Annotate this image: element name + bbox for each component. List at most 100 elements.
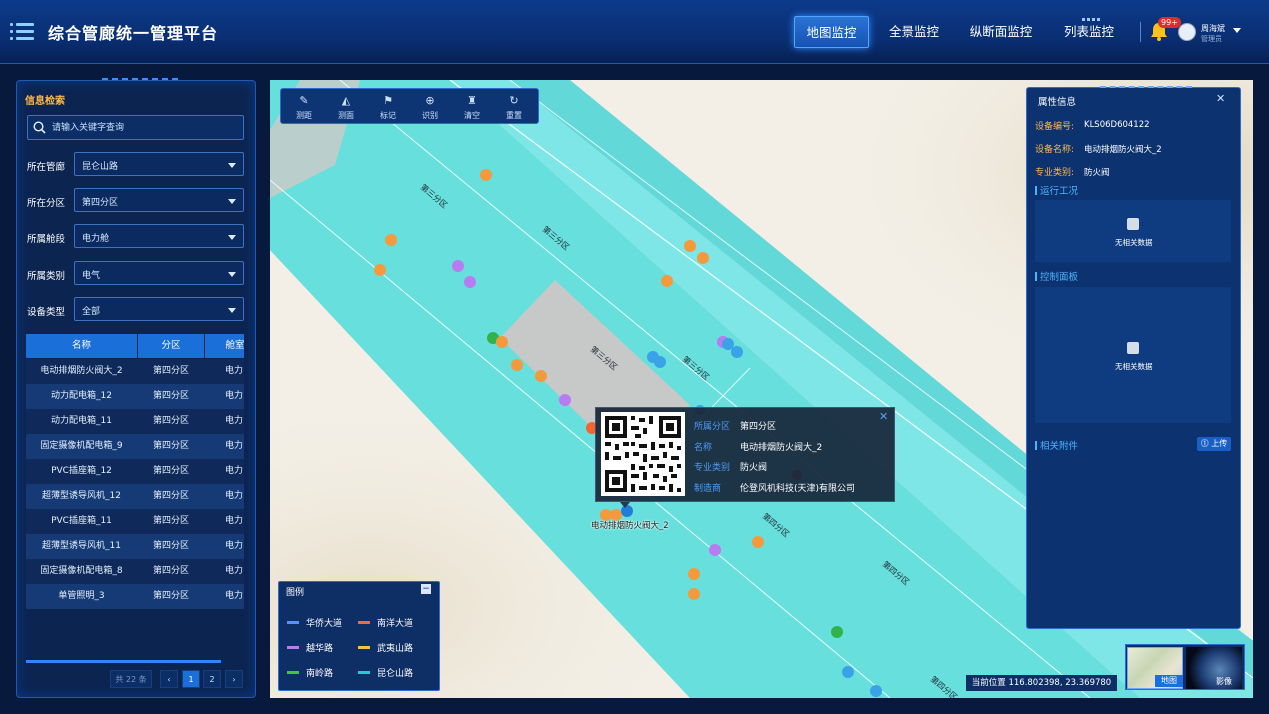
tab-profile-monitor[interactable]: 纵断面监控	[962, 16, 1040, 48]
device-marker[interactable]	[496, 336, 508, 348]
device-marker[interactable]	[870, 685, 882, 697]
device-marker[interactable]	[752, 536, 764, 548]
user-name[interactable]: 周海斌	[1201, 23, 1225, 34]
device-marker[interactable]	[535, 370, 547, 382]
cell-zone: 第四分区	[152, 416, 189, 426]
close-icon[interactable]: ✕	[1216, 92, 1225, 105]
section-operating-status: 运行工况	[1035, 183, 1078, 197]
device-marker[interactable]	[654, 356, 666, 368]
cell-name: 固定摄像机配电箱_9	[40, 441, 123, 451]
legend-label: 昆仑山路	[377, 669, 414, 679]
no-data-text: 无相关数据	[1115, 238, 1153, 247]
filter-select-device-type[interactable]: 全部	[74, 297, 244, 321]
cell-name: 超薄型诱导风机_12	[42, 491, 121, 501]
prev-page-button[interactable]: ‹	[160, 670, 178, 688]
prop-label-code: 设备编号:	[1035, 122, 1075, 132]
filter-select-category[interactable]: 电气	[74, 261, 244, 285]
table-row[interactable]: 超薄型诱导风机_11 第四分区 电力	[26, 534, 244, 559]
table-row[interactable]: 电动排烟防火阀大_2 第四分区 电力	[26, 359, 244, 384]
chevron-down-icon	[228, 308, 236, 313]
mark-tool[interactable]: ⚑ 标记	[367, 89, 409, 125]
device-marker[interactable]	[661, 275, 673, 287]
table-row[interactable]: 单管照明_3 第四分区 电力	[26, 584, 244, 609]
legend-title: 图例	[286, 588, 305, 598]
reset-tool[interactable]: ↻ 重置	[493, 89, 535, 125]
avatar[interactable]	[1178, 23, 1196, 41]
tab-panorama-monitor[interactable]: 全景监控	[880, 16, 948, 48]
next-page-button[interactable]: ›	[225, 670, 243, 688]
device-marker[interactable]	[452, 260, 464, 272]
chevron-down-icon	[228, 235, 236, 240]
identify-tool[interactable]: ⊕ 识别	[409, 89, 451, 125]
device-marker[interactable]	[511, 359, 523, 371]
table-horizontal-scrollbar[interactable]	[26, 660, 221, 663]
cell-zone: 第四分区	[152, 566, 189, 576]
collapse-icon[interactable]: −	[421, 584, 431, 594]
device-marker[interactable]	[464, 276, 476, 288]
close-icon[interactable]: ✕	[879, 410, 888, 423]
menu-icon[interactable]	[10, 22, 34, 42]
filter-select-corridor[interactable]: 昆仑山路	[74, 152, 244, 176]
legend-swatch	[358, 646, 370, 649]
popup-label-category: 专业类别	[694, 463, 731, 473]
filter-label-zone: 所在分区	[27, 198, 66, 209]
upload-button[interactable]: ⓵ 上传	[1197, 437, 1231, 451]
device-marker[interactable]	[831, 626, 843, 638]
column-header-name[interactable]: 名称	[26, 334, 137, 358]
basemap-satellite-thumbnail[interactable]	[1186, 647, 1242, 689]
device-marker[interactable]	[684, 240, 696, 252]
device-marker[interactable]	[385, 234, 397, 246]
page-total: 共 22 条	[110, 670, 152, 688]
table-row[interactable]: 动力配电箱_11 第四分区 电力	[26, 409, 244, 434]
operating-status-box: 无相关数据	[1035, 200, 1231, 262]
table-row[interactable]: 固定摄像机配电箱_9 第四分区 电力	[26, 434, 244, 459]
device-marker[interactable]	[697, 252, 709, 264]
section-control-panel: 控制面板	[1035, 269, 1078, 283]
table-row[interactable]: 超薄型诱导风机_12 第四分区 电力	[26, 484, 244, 509]
device-marker[interactable]	[374, 264, 386, 276]
measure-area-tool[interactable]: ◭ 测面	[325, 89, 367, 125]
device-marker[interactable]	[480, 169, 492, 181]
panel-decoration	[102, 78, 178, 82]
filter-select-zone[interactable]: 第四分区	[74, 188, 244, 212]
cell-cabin: 电力	[225, 366, 244, 376]
table-row[interactable]: 动力配电箱_12 第四分区 电力	[26, 384, 244, 409]
header-divider	[1140, 22, 1141, 42]
cell-cabin: 电力	[225, 516, 244, 526]
device-marker[interactable]	[722, 338, 734, 350]
device-marker[interactable]	[688, 588, 700, 600]
device-marker[interactable]	[559, 394, 571, 406]
legend-label: 南岭路	[306, 669, 334, 679]
table-row[interactable]: PVC插座箱_12 第四分区 电力	[26, 459, 244, 484]
search-icon	[33, 121, 46, 134]
map-toolbar: ✎ 测距 ◭ 测面 ⚑ 标记 ⊕ 识别 ♜ 清空 ↻ 重置	[280, 88, 539, 124]
chevron-down-icon	[228, 163, 236, 168]
area-icon: ◭	[341, 94, 351, 107]
clear-tool[interactable]: ♜ 清空	[451, 89, 493, 125]
table-row[interactable]: 固定摄像机配电箱_8 第四分区 电力	[26, 559, 244, 584]
target-icon: ⊕	[425, 94, 435, 107]
tab-map-monitor[interactable]: 地图监控	[794, 16, 869, 48]
measure-distance-tool[interactable]: ✎ 测距	[283, 89, 325, 125]
cell-cabin: 电力	[225, 491, 244, 501]
chevron-down-icon[interactable]	[1233, 28, 1241, 33]
search-input[interactable]	[52, 116, 238, 139]
device-marker[interactable]	[688, 568, 700, 580]
column-header-zone[interactable]: 分区	[138, 334, 204, 358]
control-panel-box: 无相关数据	[1035, 287, 1231, 423]
table-row[interactable]: PVC插座箱_11 第四分区 电力	[26, 509, 244, 534]
basemap-satellite-label: 影像	[1216, 677, 1232, 686]
filter-label-cabin: 所属舱段	[27, 234, 66, 245]
page-2-button[interactable]: 2	[203, 670, 221, 688]
device-marker[interactable]	[709, 544, 721, 556]
notification-badge: 99+	[1158, 17, 1181, 28]
filter-select-cabin[interactable]: 电力舱	[74, 224, 244, 248]
page-1-button[interactable]: 1	[182, 670, 200, 688]
prop-value-category: 防火阀	[1084, 168, 1110, 178]
device-marker[interactable]	[731, 346, 743, 358]
popup-pointer	[620, 502, 630, 508]
flag-icon: ⚑	[383, 94, 393, 107]
column-header-cabin[interactable]: 舱室	[205, 334, 244, 358]
popup-label-name: 名称	[694, 443, 713, 453]
device-marker[interactable]	[842, 666, 854, 678]
